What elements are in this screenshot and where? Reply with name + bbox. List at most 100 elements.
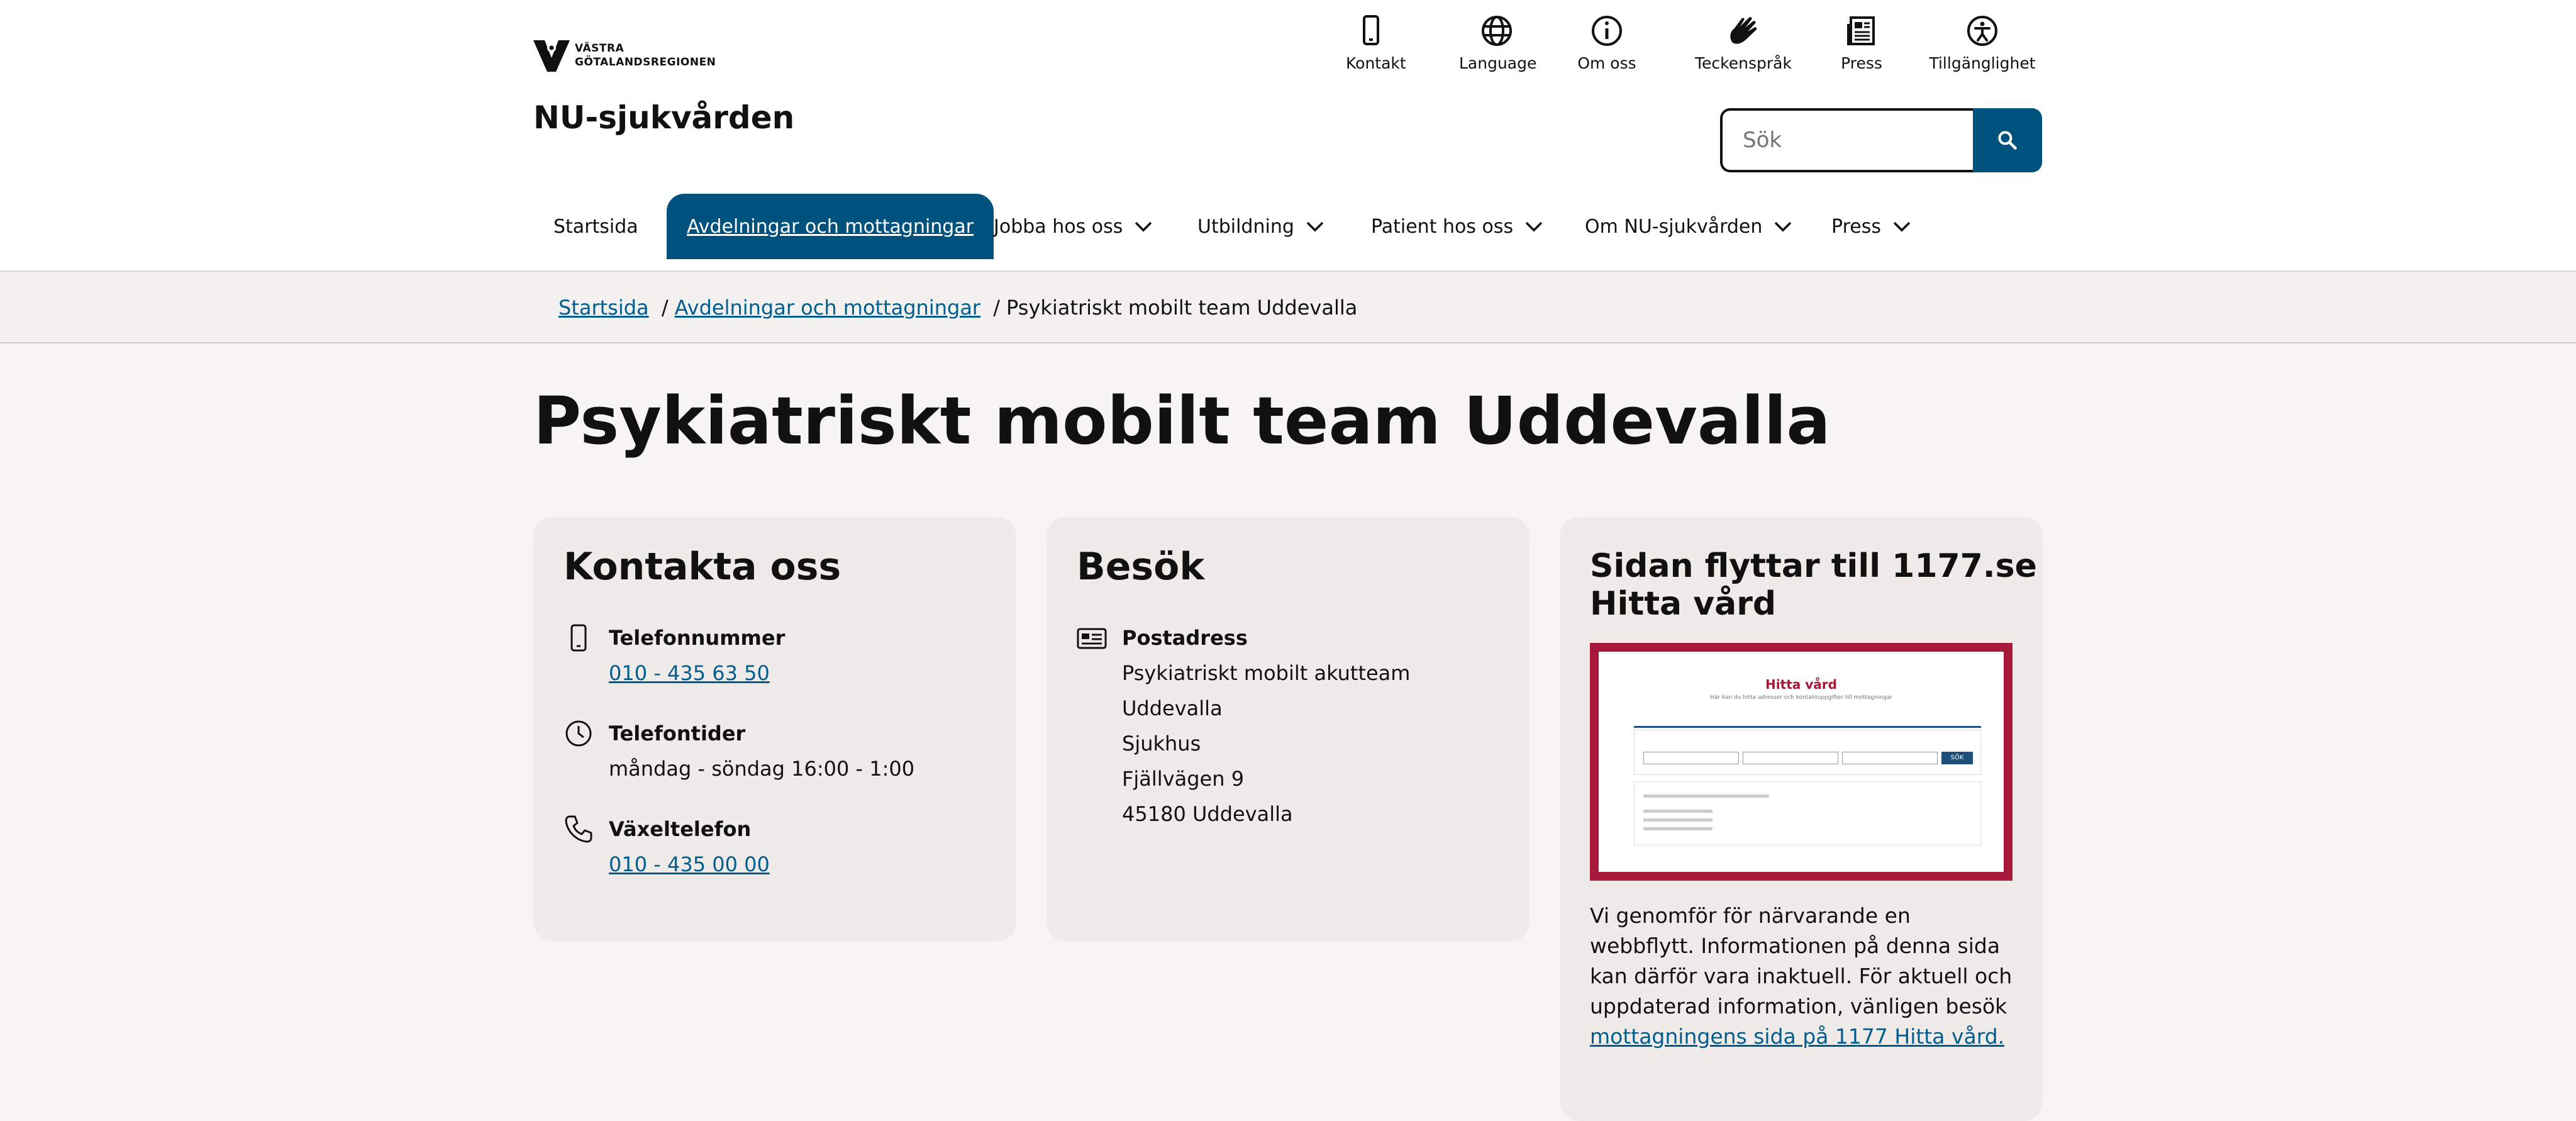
thumb-text-line bbox=[1643, 827, 1713, 830]
thumb-subtitle: Här kan du hitta adresser och kontaktupp… bbox=[1710, 694, 1892, 701]
switchboard-row: Växeltelefon 010 - 435 00 00 bbox=[564, 811, 1016, 887]
vgr-logo[interactable]: VÄSTRA GÖTALANDSREGIONEN bbox=[533, 39, 716, 72]
nav-item-label: Utbildning bbox=[1197, 215, 1294, 238]
phone-row: Telefonnummer 010 - 435 63 50 bbox=[564, 620, 1016, 696]
breadcrumb: Startsida / Avdelningar och mottagningar … bbox=[558, 296, 1357, 320]
breadcrumb-bar: Startsida / Avdelningar och mottagningar … bbox=[0, 272, 2576, 343]
hours-label: Telefontider bbox=[609, 722, 746, 745]
nav-item-press[interactable]: Press bbox=[1831, 194, 1913, 259]
utility-item-press[interactable]: Press bbox=[1836, 13, 1887, 72]
search-input[interactable] bbox=[1720, 108, 1988, 172]
thumb-text-line bbox=[1643, 810, 1713, 813]
nav-item-label: Avdelningar och mottagningar bbox=[687, 215, 974, 238]
nav-item-utbildning[interactable]: Utbildning bbox=[1197, 194, 1326, 259]
utility-label: Language bbox=[1459, 54, 1537, 72]
breadcrumb-link-avdelningar[interactable]: Avdelningar och mottagningar bbox=[675, 296, 980, 320]
mobile-phone-icon bbox=[570, 624, 587, 652]
phone-label: Telefonnummer bbox=[609, 626, 786, 650]
move-card-heading: Sidan flyttar till 1177.se Hitta vård bbox=[1590, 547, 2037, 623]
nav-item-label: Jobba hos oss bbox=[994, 215, 1123, 238]
utility-item-language[interactable]: Language bbox=[1459, 13, 1537, 72]
search-button[interactable] bbox=[1973, 108, 2042, 172]
utility-nav: Kontakt Language Om oss Teckenspråk Pres… bbox=[1346, 13, 2044, 82]
nav-item-label: Press bbox=[1831, 215, 1881, 238]
newspaper-icon bbox=[1847, 16, 1875, 45]
postal-line: Psykiatriskt mobilt akutteam Uddevalla bbox=[1122, 661, 1411, 720]
utility-label: Kontakt bbox=[1346, 54, 1406, 72]
nav-item-label: Startsida bbox=[553, 215, 638, 238]
breadcrumb-current: Psykiatriskt mobilt team Uddevalla bbox=[1006, 296, 1358, 320]
page-title: Psykiatriskt mobilt team Uddevalla bbox=[533, 382, 1831, 459]
hitta-vard-screenshot-content: Hitta vård Här kan du hitta adresser och… bbox=[1599, 652, 2004, 872]
move-notice-text: Vi genomför för närvarande en webbflytt.… bbox=[1590, 903, 2012, 1018]
chevron-down-icon bbox=[1893, 221, 1911, 232]
address-card-icon bbox=[1077, 628, 1107, 649]
move-notice: Vi genomför för närvarande en webbflytt.… bbox=[1590, 901, 2018, 1052]
postal-row: Postadress Psykiatriskt mobilt akutteam … bbox=[1077, 620, 1530, 826]
accessibility-icon bbox=[1967, 16, 1997, 46]
utility-label: Tillgänglighet bbox=[1929, 54, 2036, 72]
utility-item-tillganglighet[interactable]: Tillgänglighet bbox=[1926, 13, 2039, 72]
breadcrumb-link-startsida[interactable]: Startsida bbox=[558, 296, 649, 320]
hitta-vard-screenshot[interactable]: Hitta vård Här kan du hitta adresser och… bbox=[1590, 643, 2012, 881]
move-card-heading-line1: Sidan flyttar till 1177.se bbox=[1590, 547, 2037, 585]
site-header: VÄSTRA GÖTALANDSREGIONEN NU-sjukvården K… bbox=[0, 0, 2576, 272]
site-title[interactable]: NU-sjukvården bbox=[533, 99, 794, 136]
move-card-heading-line2: Hitta vård bbox=[1590, 585, 1777, 623]
utility-label: Press bbox=[1841, 54, 1882, 72]
utility-label: Teckenspråk bbox=[1695, 54, 1792, 72]
thumb-title: Hitta vård bbox=[1765, 677, 1837, 692]
postal-label: Postadress bbox=[1122, 626, 1248, 650]
clock-icon bbox=[565, 720, 592, 747]
switchboard-label: Växeltelefon bbox=[609, 817, 752, 841]
thumb-search-button: SÖK bbox=[1941, 752, 1973, 764]
nav-item-avdelningar[interactable]: Avdelningar och mottagningar bbox=[667, 194, 994, 259]
breadcrumb-separator: / bbox=[993, 296, 1001, 320]
move-notice-card: Sidan flyttar till 1177.se Hitta vård Hi… bbox=[1560, 517, 2043, 1121]
utility-item-kontakt[interactable]: Kontakt bbox=[1346, 13, 1406, 72]
search-icon bbox=[1998, 131, 2017, 150]
postal-line: 45180 Uddevalla bbox=[1122, 802, 1293, 826]
utility-item-teckensprak[interactable]: Teckenspråk bbox=[1695, 13, 1792, 72]
utility-item-om-oss[interactable]: Om oss bbox=[1575, 13, 1638, 72]
thumb-divider bbox=[1634, 726, 1981, 728]
thumb-text-line bbox=[1643, 795, 1769, 798]
mobile-phone-icon bbox=[1363, 15, 1379, 45]
thumb-select bbox=[1743, 752, 1838, 764]
chevron-down-icon bbox=[1775, 221, 1792, 232]
switchboard-link[interactable]: 010 - 435 00 00 bbox=[609, 852, 770, 876]
thumb-select bbox=[1643, 752, 1739, 764]
globe-icon bbox=[1482, 16, 1512, 46]
visit-card-heading: Besök bbox=[1077, 545, 1205, 589]
utility-label: Om oss bbox=[1577, 54, 1636, 72]
postal-line: Fjällvägen 9 bbox=[1122, 767, 1245, 791]
logo-text-line1: VÄSTRA bbox=[575, 42, 625, 55]
hours-row: Telefontider måndag - söndag 16:00 - 1:0… bbox=[564, 716, 1016, 791]
nav-item-om-nu[interactable]: Om NU-sjukvården bbox=[1585, 194, 1794, 259]
telephone-icon bbox=[565, 815, 592, 843]
hitta-vard-link[interactable]: mottagningens sida på 1177 Hitta vård. bbox=[1590, 1024, 2004, 1049]
thumb-results-panel bbox=[1634, 781, 1981, 845]
logo-text-line2: GÖTALANDSREGIONEN bbox=[575, 56, 716, 69]
nav-item-label: Patient hos oss bbox=[1371, 215, 1514, 238]
thumb-select bbox=[1842, 752, 1938, 764]
phone-link[interactable]: 010 - 435 63 50 bbox=[609, 661, 770, 685]
nav-item-startsida[interactable]: Startsida bbox=[553, 194, 638, 259]
chevron-down-icon bbox=[1306, 221, 1324, 232]
thumb-text-line bbox=[1643, 818, 1713, 822]
chevron-down-icon bbox=[1525, 221, 1543, 232]
postal-line: Sjukhus bbox=[1122, 732, 1201, 756]
vgr-logo-icon bbox=[533, 40, 570, 72]
visit-card: Besök Postadress Psykiatriskt mobilt aku… bbox=[1046, 517, 1530, 941]
chevron-down-icon bbox=[1135, 221, 1152, 232]
breadcrumb-separator: / bbox=[661, 296, 669, 320]
contact-card-heading: Kontakta oss bbox=[564, 545, 841, 589]
search-form bbox=[1720, 108, 2042, 172]
sign-language-icon bbox=[1730, 17, 1757, 44]
thumb-search-panel: SÖK bbox=[1634, 730, 1981, 775]
nav-item-label: Om NU-sjukvården bbox=[1585, 215, 1763, 238]
contact-card: Kontakta oss Telefonnummer 010 - 435 63 … bbox=[533, 517, 1016, 941]
nav-item-patient[interactable]: Patient hos oss bbox=[1371, 194, 1545, 259]
info-icon bbox=[1592, 16, 1622, 46]
nav-item-jobba[interactable]: Jobba hos oss bbox=[994, 194, 1154, 259]
